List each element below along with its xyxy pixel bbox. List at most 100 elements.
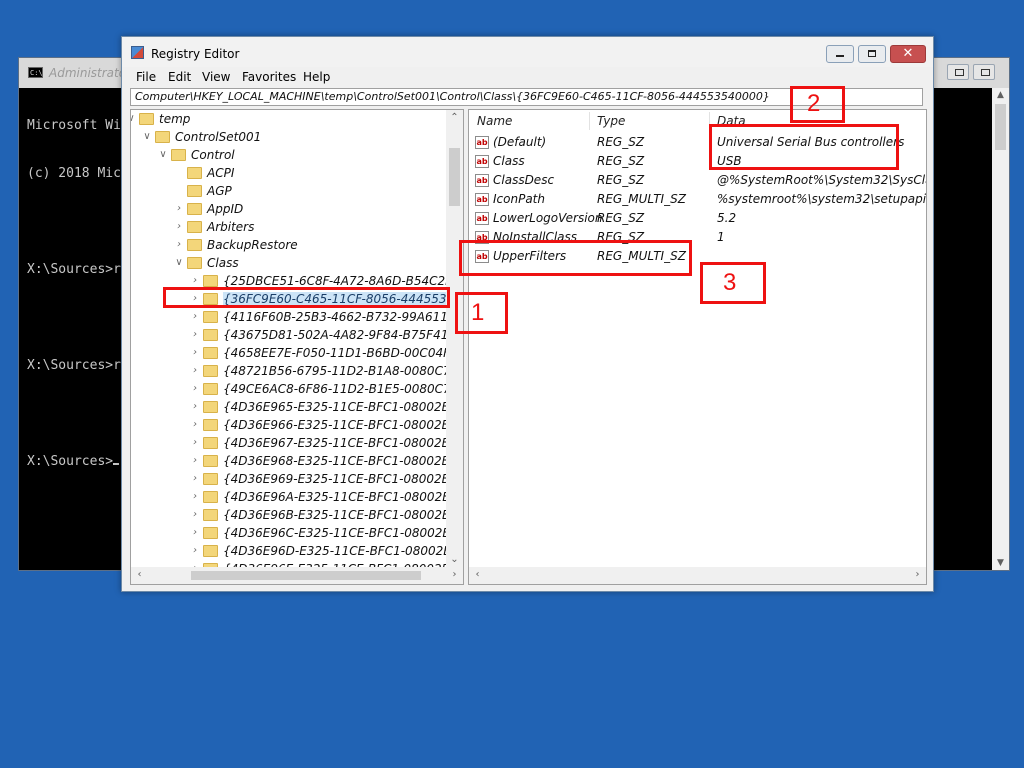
tree-node[interactable]: ∨ Class xyxy=(131,255,451,273)
chevron-right-icon[interactable]: › xyxy=(173,203,185,214)
chevron-right-icon[interactable]: › xyxy=(189,473,201,484)
value-row[interactable]: ab LowerLogoVersion REG_SZ 5.2 xyxy=(469,210,926,228)
scroll-up-icon[interactable]: ▲ xyxy=(992,90,1009,100)
chevron-right-icon[interactable]: › xyxy=(189,455,201,466)
value-row[interactable]: ab IconPath REG_MULTI_SZ %systemroot%\syste… xyxy=(469,191,926,209)
scroll-left-icon[interactable]: ‹ xyxy=(469,569,486,580)
menu-favorites[interactable]: Favorites xyxy=(242,70,296,84)
chevron-right-icon[interactable]: › xyxy=(189,329,201,340)
annotation-number-1: 1 xyxy=(471,299,485,326)
menu-edit[interactable]: Edit xyxy=(168,70,191,84)
column-header-type[interactable]: Type xyxy=(597,114,625,128)
folder-icon xyxy=(203,275,218,287)
tree-node-label: {4D36E968-E325-11CE-BFC1-08002BE10318} xyxy=(223,454,463,468)
tree-node[interactable]: AGP xyxy=(131,183,451,201)
tree-node[interactable]: › {43675D81-502A-4A82-9F84-B75F418C5DEA} xyxy=(131,327,463,345)
tree-hscroll-thumb[interactable] xyxy=(191,571,421,580)
tree-node[interactable]: ACPI xyxy=(131,165,451,183)
tree-scroll-thumb[interactable] xyxy=(449,148,460,206)
minimize-button[interactable] xyxy=(826,45,854,63)
chevron-right-icon[interactable]: › xyxy=(189,383,201,394)
tree-node[interactable]: › {4D36E96C-E325-11CE-BFC1-08002BE10318} xyxy=(131,525,463,543)
chevron-right-icon[interactable]: › xyxy=(173,239,185,250)
console-maximize-button[interactable] xyxy=(947,64,969,80)
menu-view[interactable]: View xyxy=(202,70,230,84)
chevron-right-icon[interactable]: › xyxy=(189,509,201,520)
tree-node[interactable]: › {48721B56-6795-11D2-B1A8-0080C72E74A2} xyxy=(131,363,463,381)
value-row[interactable]: ab ClassDesc REG_SZ @%SystemRoot%\System32\… xyxy=(469,172,926,190)
menu-help[interactable]: Help xyxy=(303,70,330,84)
chevron-right-icon[interactable]: › xyxy=(189,545,201,556)
tree-node[interactable]: › {4658EE7E-F050-11D1-B6BD-00C04FA372A7} xyxy=(131,345,463,363)
tree-node[interactable]: ∨ temp xyxy=(131,111,451,129)
key-tree-pane[interactable]: ∨ temp ∨ ControlSet001 ∨ Control ACPI AGP › AppID… xyxy=(130,109,464,585)
chevron-right-icon[interactable]: › xyxy=(189,311,201,322)
tree-node[interactable]: › {4D36E96D-E325-11CE-BFC1-08002BE10318} xyxy=(131,543,463,561)
folder-icon xyxy=(203,473,218,485)
tree-node[interactable]: › {4D36E96B-E325-11CE-BFC1-08002BE10318} xyxy=(131,507,463,525)
chevron-right-icon[interactable]: › xyxy=(189,275,201,286)
tree-node[interactable]: › {4116F60B-25B3-4662-B732-99A6111EDC0B} xyxy=(131,309,463,327)
chevron-down-icon[interactable]: ∨ xyxy=(141,131,153,142)
tree-node-label: {4D36E967-E325-11CE-BFC1-08002BE10318} xyxy=(223,436,463,450)
console-icon: C:\ xyxy=(28,67,43,78)
chevron-right-icon[interactable]: › xyxy=(189,347,201,358)
chevron-right-icon[interactable]: › xyxy=(189,491,201,502)
values-pane[interactable]: Name Type Data ab (Default) REG_SZ Universa… xyxy=(468,109,927,585)
chevron-right-icon[interactable]: › xyxy=(189,527,201,538)
tree-node[interactable]: › BackupRestore xyxy=(131,237,451,255)
chevron-right-icon[interactable]: › xyxy=(189,419,201,430)
console-prompt-line[interactable]: X:\Sources> xyxy=(27,454,121,470)
console-scrollbar[interactable]: ▲ ▼ xyxy=(992,88,1009,570)
tree-node[interactable]: › {4D36E967-E325-11CE-BFC1-08002BE10318} xyxy=(131,435,463,453)
annotation-box-3: 3 xyxy=(700,262,766,304)
scroll-right-icon[interactable]: › xyxy=(909,569,926,580)
chevron-right-icon[interactable]: › xyxy=(189,437,201,448)
tree-node[interactable]: › {4D36E966-E325-11CE-BFC1-08002BE10318} xyxy=(131,417,463,435)
tree-node[interactable]: › {4D36E96A-E325-11CE-BFC1-08002BE10318} xyxy=(131,489,463,507)
maximize-button[interactable] xyxy=(858,45,886,63)
value-name: LowerLogoVersion xyxy=(493,211,603,225)
scroll-right-icon[interactable]: › xyxy=(446,569,463,580)
chevron-down-icon[interactable]: ∨ xyxy=(157,149,169,160)
tree-vertical-scrollbar[interactable]: ⌃ ⌄ xyxy=(446,110,463,567)
console-scroll-thumb[interactable] xyxy=(995,104,1006,150)
scroll-up-icon[interactable]: ⌃ xyxy=(446,112,463,123)
tree-node[interactable]: › {4D36E968-E325-11CE-BFC1-08002BE10318} xyxy=(131,453,463,471)
tree-horizontal-scrollbar[interactable]: ‹ › xyxy=(131,567,463,584)
close-button[interactable]: ✕ xyxy=(890,45,926,63)
value-name: ClassDesc xyxy=(493,173,555,187)
tree-node-label: {43675D81-502A-4A82-9F84-B75F418C5DEA} xyxy=(223,328,463,342)
string-value-icon: ab xyxy=(475,193,489,206)
title-bar[interactable]: Registry Editor ✕ xyxy=(122,37,933,67)
tree-node[interactable]: ∨ Control xyxy=(131,147,451,165)
chevron-right-icon[interactable]: › xyxy=(173,221,185,232)
folder-icon xyxy=(203,527,218,539)
scroll-down-icon[interactable]: ⌄ xyxy=(446,554,463,565)
scroll-left-icon[interactable]: ‹ xyxy=(131,569,148,580)
annotation-box-1: 1 xyxy=(455,292,508,334)
value-type: REG_SZ xyxy=(597,173,645,187)
values-horizontal-scrollbar[interactable]: ‹ › xyxy=(469,567,926,584)
menu-file[interactable]: File xyxy=(136,70,156,84)
tree-node[interactable]: ∨ ControlSet001 xyxy=(131,129,451,147)
console-close-button[interactable] xyxy=(973,64,995,80)
column-divider[interactable] xyxy=(589,112,590,130)
tree-node[interactable]: › {4D36E969-E325-11CE-BFC1-08002BE10318} xyxy=(131,471,463,489)
tree-node-label: {4658EE7E-F050-11D1-B6BD-00C04FA372A7} xyxy=(223,346,463,360)
tree-node[interactable]: › Arbiters xyxy=(131,219,451,237)
column-header-name[interactable]: Name xyxy=(477,114,512,128)
tree-node-label: {48721B56-6795-11D2-B1A8-0080C72E74A2} xyxy=(223,364,463,378)
tree-node[interactable]: › {49CE6AC8-6F86-11D2-B1E5-0080C72E74A2} xyxy=(131,381,463,399)
chevron-right-icon[interactable]: › xyxy=(189,365,201,376)
chevron-down-icon[interactable]: ∨ xyxy=(131,113,137,124)
folder-icon xyxy=(203,311,218,323)
folder-icon xyxy=(203,383,218,395)
maximize-icon xyxy=(955,69,964,76)
tree-node[interactable]: › {4D36E965-E325-11CE-BFC1-08002BE10318} xyxy=(131,399,463,417)
scroll-down-icon[interactable]: ▼ xyxy=(992,558,1009,568)
tree-node[interactable]: › AppID xyxy=(131,201,451,219)
chevron-down-icon[interactable]: ∨ xyxy=(173,257,185,268)
chevron-right-icon[interactable]: › xyxy=(189,401,201,412)
tree-node-label: ACPI xyxy=(207,166,235,180)
